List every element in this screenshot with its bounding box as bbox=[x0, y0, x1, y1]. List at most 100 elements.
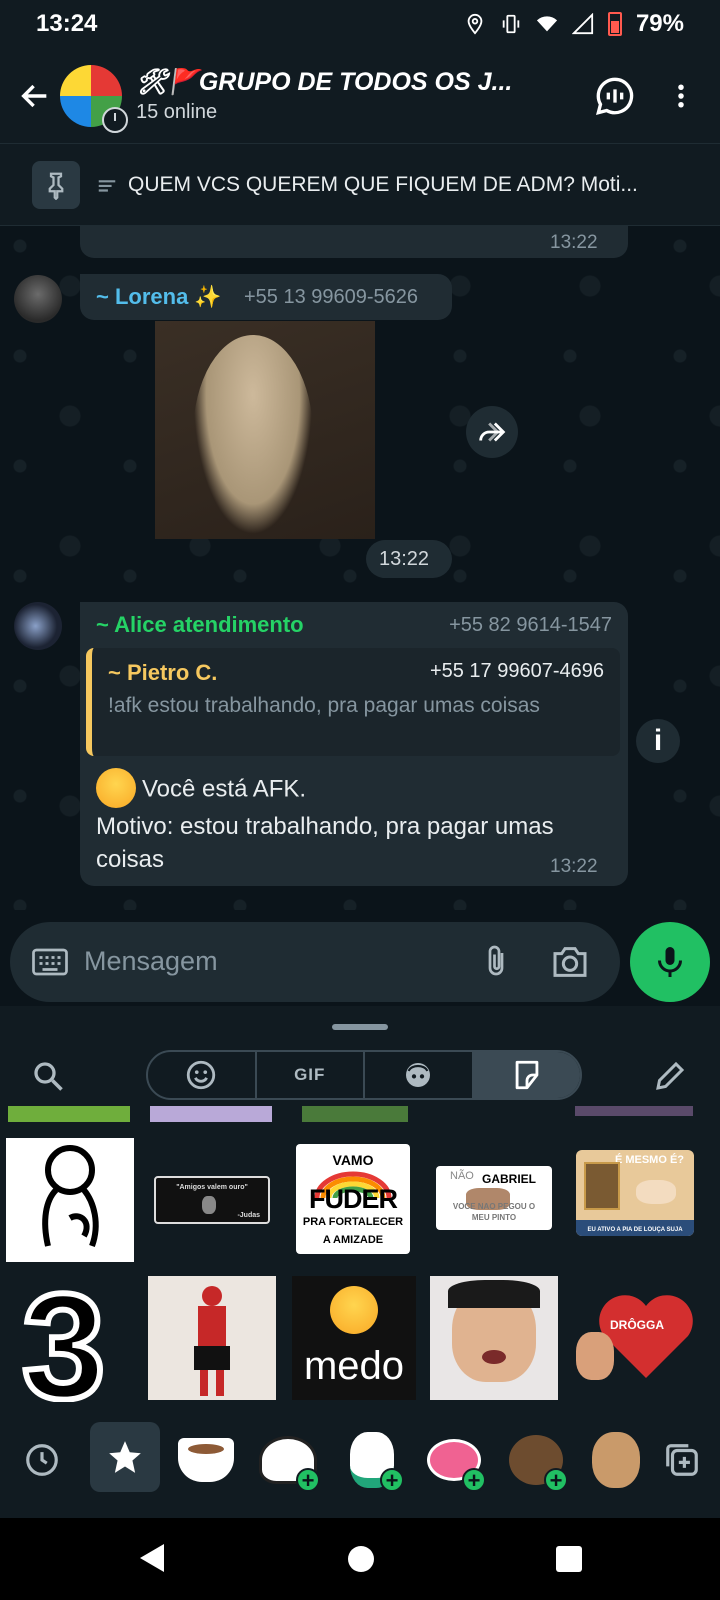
screen: 13:24 79% 🛠🚩GRUPO DE TODOS OS J... 15 on… bbox=[0, 0, 720, 1600]
group-info[interactable]: 🛠🚩GRUPO DE TODOS OS J... 15 online bbox=[136, 68, 588, 124]
previous-message-bubble[interactable]: coisas 13:22 bbox=[80, 226, 628, 258]
nav-home-icon[interactable] bbox=[348, 1546, 374, 1572]
voice-record-button[interactable] bbox=[630, 922, 710, 1002]
add-pack-icon: + bbox=[544, 1468, 568, 1492]
alice-avatar[interactable] bbox=[14, 602, 62, 650]
spiderman-leg bbox=[216, 1370, 224, 1396]
group-title: 🛠🚩GRUPO DE TODOS OS J... bbox=[136, 67, 513, 96]
lizard-sticker-image[interactable] bbox=[155, 321, 375, 539]
recent-stickers-button[interactable] bbox=[10, 1428, 74, 1492]
sticker-crying-man[interactable] bbox=[430, 1276, 558, 1400]
pencil-icon[interactable] bbox=[652, 1058, 688, 1094]
lorena-sender-header[interactable]: ~ Lorena ✨ +55 13 99609-5626 bbox=[80, 274, 452, 320]
avatar-icon bbox=[406, 1063, 431, 1087]
attach-icon[interactable] bbox=[478, 942, 514, 982]
sticker-pack-character[interactable]: + bbox=[340, 1428, 404, 1492]
sleeping-face-icon bbox=[96, 768, 136, 808]
message-input[interactable]: Mensagem bbox=[10, 922, 620, 1002]
online-count: 15 online bbox=[136, 100, 218, 123]
smiley-icon bbox=[187, 1060, 216, 1090]
forward-icon bbox=[479, 422, 506, 442]
add-pack-icon: + bbox=[296, 1468, 320, 1492]
info-button[interactable]: i bbox=[636, 719, 680, 763]
battery-icon bbox=[607, 12, 622, 36]
panel-drag-handle[interactable] bbox=[332, 1024, 388, 1030]
sticker-doodle[interactable] bbox=[6, 1138, 134, 1262]
sticker-nao-gabriel[interactable]: NÃO GABRIEL VOCE NAO PEGOU O MEU PINTO bbox=[436, 1166, 552, 1230]
wifi-icon bbox=[536, 16, 558, 32]
hair bbox=[448, 1280, 540, 1308]
quoted-sender-phone: +55 17 99607-4696 bbox=[429, 660, 604, 682]
sticker-number-three[interactable]: 3 bbox=[14, 1278, 126, 1402]
sticker-pack-coffee[interactable] bbox=[174, 1428, 238, 1492]
sticker-vamo-fuder[interactable]: VAMO FUDER PRA FORTALECER A AMIZADE bbox=[296, 1144, 410, 1254]
nav-back-icon[interactable] bbox=[140, 1544, 164, 1572]
sticker-amigos[interactable]: "Amigos valem ouro" -Judas bbox=[154, 1176, 270, 1224]
signal-icon bbox=[571, 13, 594, 35]
message-placeholder: Mensagem bbox=[84, 946, 218, 976]
pinned-message-bar[interactable]: QUEM VCS QUEREM QUE FIQUEM DE ADM? Moti.… bbox=[0, 144, 720, 226]
location-icon bbox=[467, 13, 483, 35]
favorite-stickers-button[interactable] bbox=[90, 1422, 160, 1492]
sticker-drogga[interactable]: DRÔGGA bbox=[576, 1292, 696, 1392]
sticker-panel: GIF "Amigos valem ouro" -Judas VAMO FUDE… bbox=[0, 1006, 720, 1518]
group-avatar[interactable] bbox=[60, 64, 128, 133]
tab-emoji[interactable] bbox=[148, 1052, 257, 1098]
judas-portrait bbox=[202, 1196, 216, 1214]
sticker-icon bbox=[515, 1060, 539, 1090]
more-options-button[interactable] bbox=[654, 69, 708, 123]
chat-area[interactable]: coisas 13:22 ~ Lorena ✨ +55 13 99609-562… bbox=[0, 226, 720, 910]
sticker-partial[interactable] bbox=[8, 1106, 130, 1122]
sticker-pack-pink[interactable]: + bbox=[422, 1428, 486, 1492]
sticker-partial[interactable] bbox=[150, 1106, 272, 1122]
sticker-spiderman[interactable] bbox=[148, 1276, 276, 1400]
clock-icon bbox=[26, 1444, 58, 1476]
nav-recents-icon[interactable] bbox=[556, 1546, 582, 1572]
tab-sticker[interactable] bbox=[473, 1052, 580, 1098]
coffee-cup-icon bbox=[178, 1438, 234, 1482]
add-pack-icon: + bbox=[380, 1468, 404, 1492]
sticker-partial[interactable] bbox=[575, 1106, 693, 1116]
mouth bbox=[482, 1350, 506, 1364]
voice-chat-button[interactable] bbox=[588, 69, 642, 123]
quoted-message[interactable]: ~ Pietro C. +55 17 99607-4696 !afk estou… bbox=[86, 648, 620, 756]
input-row: Mensagem bbox=[0, 910, 720, 1006]
quoted-sender-name: ~ Pietro C. bbox=[108, 660, 218, 685]
tab-gif[interactable]: GIF bbox=[257, 1052, 365, 1098]
lizard-figure bbox=[193, 335, 313, 535]
search-icon[interactable] bbox=[30, 1058, 66, 1094]
sticker-pack-bar: + + + + bbox=[0, 1416, 720, 1518]
sticker-pack-hamster[interactable] bbox=[584, 1428, 648, 1492]
alice-message-bubble[interactable]: ~ Alice atendimento +55 82 9614-1547 ~ P… bbox=[80, 602, 628, 886]
more-vertical-icon bbox=[678, 84, 684, 107]
keyboard-icon[interactable] bbox=[32, 946, 68, 978]
message-time: 13:22 bbox=[379, 548, 430, 570]
spiderman-leg bbox=[200, 1370, 208, 1396]
sender-name: ~ Lorena ✨ bbox=[96, 284, 222, 309]
person-photo bbox=[576, 1332, 614, 1380]
sender-phone: +55 82 9614-1547 bbox=[449, 614, 612, 636]
voice-chat-icon bbox=[596, 77, 634, 115]
message-time: 13:22 bbox=[550, 856, 598, 877]
disappearing-timer-icon bbox=[102, 106, 128, 133]
add-collection-icon bbox=[666, 1444, 698, 1476]
message-time: 13:22 bbox=[550, 232, 598, 253]
add-pack-icon: + bbox=[462, 1468, 486, 1492]
camera-icon[interactable] bbox=[550, 942, 590, 982]
pin-icon bbox=[32, 160, 80, 209]
sticker-partial[interactable] bbox=[302, 1106, 408, 1122]
doodle-figure-icon bbox=[42, 1145, 99, 1248]
sticker-pack-bear[interactable]: + bbox=[504, 1428, 568, 1492]
sticker-e-mesmo[interactable]: É MESMO É? EU ATIVO A PIA DE LOUÇA SUJA bbox=[576, 1150, 694, 1236]
add-sticker-pack-button[interactable] bbox=[650, 1428, 714, 1492]
sticker-medo[interactable]: medo bbox=[292, 1276, 416, 1400]
sticker-card bbox=[584, 1162, 620, 1210]
lorena-avatar[interactable] bbox=[14, 275, 62, 323]
back-button[interactable] bbox=[10, 66, 60, 126]
sender-name: ~ Alice atendimento bbox=[96, 612, 304, 637]
tab-avatar[interactable] bbox=[365, 1052, 474, 1098]
sticker-pack-cat[interactable]: + bbox=[256, 1428, 320, 1492]
spiderman-body bbox=[198, 1306, 226, 1350]
forward-button[interactable] bbox=[466, 406, 518, 458]
quoted-text: !afk estou trabalhando, pra pagar umas c… bbox=[108, 694, 540, 717]
